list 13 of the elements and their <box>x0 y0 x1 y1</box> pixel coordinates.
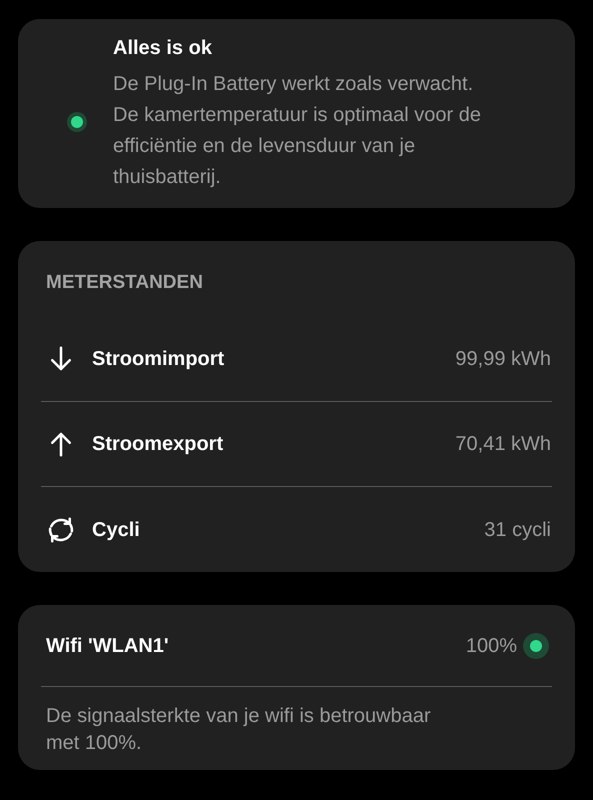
signal-strength: 100% <box>466 634 517 658</box>
status-title: Alles is ok <box>113 36 213 60</box>
meter-label: Stroomexport <box>92 432 224 457</box>
status-message: De Plug-In Battery werkt zoals verwacht. De kamertemperatuur is optimaal voor de efficiëntie en de levensduur van je thuisbatterij. <box>113 72 482 190</box>
meter-label: Stroomimport <box>92 347 224 372</box>
section-heading: METERSTANDEN <box>45 271 204 295</box>
meter-value: 99,99 kWh <box>455 347 551 372</box>
meter-label: Cycli <box>92 518 140 542</box>
wifi-message: De signaalsterkte van je wifi is betrouwbaar met 100%. <box>46 704 432 756</box>
refresh-icon <box>46 514 76 544</box>
meter-value: 31 cycli <box>484 518 551 542</box>
wifi-title: Wifi 'WLAN1' <box>46 634 169 658</box>
meter-value: 70,41 kWh <box>455 432 551 457</box>
